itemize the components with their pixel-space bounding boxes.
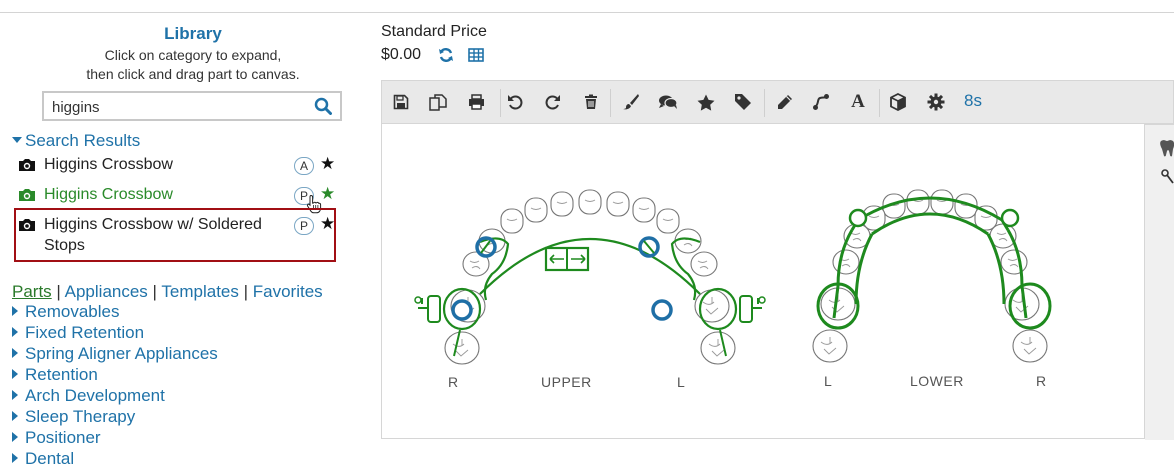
refresh-icon[interactable] bbox=[438, 47, 454, 63]
link-icon[interactable] bbox=[1161, 169, 1174, 185]
category-list: Removables Fixed Retention Spring Aligne… bbox=[12, 302, 218, 470]
expand-arrow-icon bbox=[12, 411, 18, 421]
category-fixed-retention[interactable]: Fixed Retention bbox=[12, 323, 218, 344]
lower-arch-right-label: R bbox=[1036, 373, 1047, 389]
result-label: Higgins Crossbow bbox=[44, 156, 173, 173]
result-label: Higgins Crossbow bbox=[44, 186, 173, 203]
gear-icon[interactable] bbox=[925, 91, 947, 113]
arch-diagram[interactable] bbox=[382, 124, 1146, 439]
library-tabs: Parts | Appliances | Templates | Favorit… bbox=[12, 282, 323, 302]
category-sleep-therapy[interactable]: Sleep Therapy bbox=[12, 407, 218, 428]
table-icon[interactable] bbox=[468, 48, 484, 62]
save-icon[interactable] bbox=[390, 91, 412, 113]
search-result-item[interactable]: Higgins Crossbow A ★ bbox=[18, 154, 348, 176]
search-result-item[interactable]: Higgins Crossbow w/ Soldered Stops P ★ bbox=[18, 214, 348, 256]
tooth-icon[interactable] bbox=[1159, 139, 1174, 157]
category-spring-aligner[interactable]: Spring Aligner Appliances bbox=[12, 344, 218, 365]
timer-readout: 8s bbox=[964, 91, 982, 110]
redo-icon[interactable] bbox=[542, 91, 564, 113]
connector-icon[interactable] bbox=[810, 91, 832, 113]
tab-separator: | bbox=[56, 282, 61, 301]
library-help: Click on category to expand, then click … bbox=[0, 46, 386, 84]
expand-arrow-icon bbox=[12, 432, 18, 442]
toolbar-separator bbox=[610, 89, 611, 117]
favorite-star-icon[interactable]: ★ bbox=[320, 184, 335, 204]
camera-icon[interactable] bbox=[18, 188, 36, 202]
caret-down-icon bbox=[12, 137, 22, 143]
brush-icon[interactable] bbox=[620, 91, 642, 113]
upper-arch-right-label: R bbox=[448, 374, 459, 390]
category-label: Removables bbox=[25, 302, 120, 321]
category-retention[interactable]: Retention bbox=[12, 365, 218, 386]
library-title: Library bbox=[164, 24, 222, 43]
help-line-1: Click on category to expand, bbox=[104, 47, 282, 63]
toolbar-separator bbox=[764, 89, 765, 117]
category-positioner[interactable]: Positioner bbox=[12, 428, 218, 449]
expand-arrow-icon bbox=[12, 453, 18, 463]
lower-arch-left-label: L bbox=[824, 373, 833, 389]
category-label: Fixed Retention bbox=[25, 323, 145, 342]
tag-icon[interactable] bbox=[732, 91, 754, 113]
expand-arrow-icon bbox=[12, 306, 18, 316]
search-results-label: Search Results bbox=[25, 131, 141, 150]
category-label: Spring Aligner Appliances bbox=[25, 344, 218, 363]
lower-arch-label: LOWER bbox=[910, 373, 964, 389]
standard-price-label: Standard Price bbox=[381, 23, 487, 40]
result-label-line2: Stops bbox=[44, 237, 85, 254]
category-dental[interactable]: Dental bbox=[12, 449, 218, 470]
result-badge: P bbox=[294, 217, 314, 235]
design-canvas[interactable]: R UPPER L L LOWER R bbox=[381, 124, 1145, 439]
search-result-item[interactable]: Higgins Crossbow P ★ bbox=[18, 184, 348, 214]
top-divider bbox=[0, 12, 1174, 13]
camera-icon[interactable] bbox=[18, 218, 36, 232]
lower-arch[interactable] bbox=[812, 189, 1052, 363]
camera-icon[interactable] bbox=[18, 158, 36, 172]
search-results-toggle[interactable]: Search Results bbox=[12, 131, 140, 151]
copy-icon[interactable] bbox=[427, 91, 449, 113]
category-removables[interactable]: Removables bbox=[12, 302, 218, 323]
library-search-box[interactable] bbox=[42, 91, 342, 121]
expand-arrow-icon bbox=[12, 327, 18, 337]
cube-icon[interactable] bbox=[887, 91, 909, 113]
toolbar-separator bbox=[500, 89, 501, 117]
search-icon[interactable] bbox=[314, 97, 332, 115]
standard-price-value: $0.00 bbox=[381, 46, 422, 63]
canvas-toolbar: A 8s bbox=[381, 80, 1174, 124]
category-label: Retention bbox=[25, 365, 98, 384]
tab-parts[interactable]: Parts bbox=[12, 282, 52, 301]
undo-icon[interactable] bbox=[504, 91, 526, 113]
canvas-side-panel bbox=[1145, 124, 1174, 440]
category-arch-development[interactable]: Arch Development bbox=[12, 386, 218, 407]
pencil-icon[interactable] bbox=[773, 91, 795, 113]
star-icon[interactable] bbox=[695, 91, 717, 113]
tab-separator: | bbox=[152, 282, 157, 301]
favorite-star-icon[interactable]: ★ bbox=[320, 154, 335, 174]
tab-separator: | bbox=[243, 282, 249, 301]
result-badge: A bbox=[294, 157, 314, 175]
category-label: Positioner bbox=[25, 428, 101, 447]
favorite-star-icon[interactable]: ★ bbox=[320, 214, 335, 234]
toolbar-separator bbox=[879, 89, 880, 117]
tab-templates[interactable]: Templates bbox=[161, 282, 238, 301]
category-label: Sleep Therapy bbox=[25, 407, 136, 426]
upper-arch-left-label: L bbox=[677, 374, 686, 390]
help-line-2: then click and drag part to canvas. bbox=[86, 66, 300, 82]
trash-icon[interactable] bbox=[580, 91, 602, 113]
tab-appliances[interactable]: Appliances bbox=[65, 282, 148, 301]
category-label: Arch Development bbox=[25, 386, 165, 405]
category-label: Dental bbox=[25, 449, 75, 468]
upper-arch-label: UPPER bbox=[541, 374, 592, 390]
search-input[interactable] bbox=[52, 97, 302, 117]
expand-arrow-icon bbox=[12, 348, 18, 358]
tab-favorites[interactable]: Favorites bbox=[253, 282, 323, 301]
expand-arrow-icon bbox=[12, 369, 18, 379]
expand-arrow-icon bbox=[12, 390, 18, 400]
print-icon[interactable] bbox=[465, 91, 487, 113]
comment-icon[interactable] bbox=[657, 91, 679, 113]
text-icon[interactable]: A bbox=[847, 91, 869, 113]
result-label: Higgins Crossbow w/ Soldered bbox=[44, 216, 262, 233]
upper-arch[interactable] bbox=[414, 189, 766, 365]
